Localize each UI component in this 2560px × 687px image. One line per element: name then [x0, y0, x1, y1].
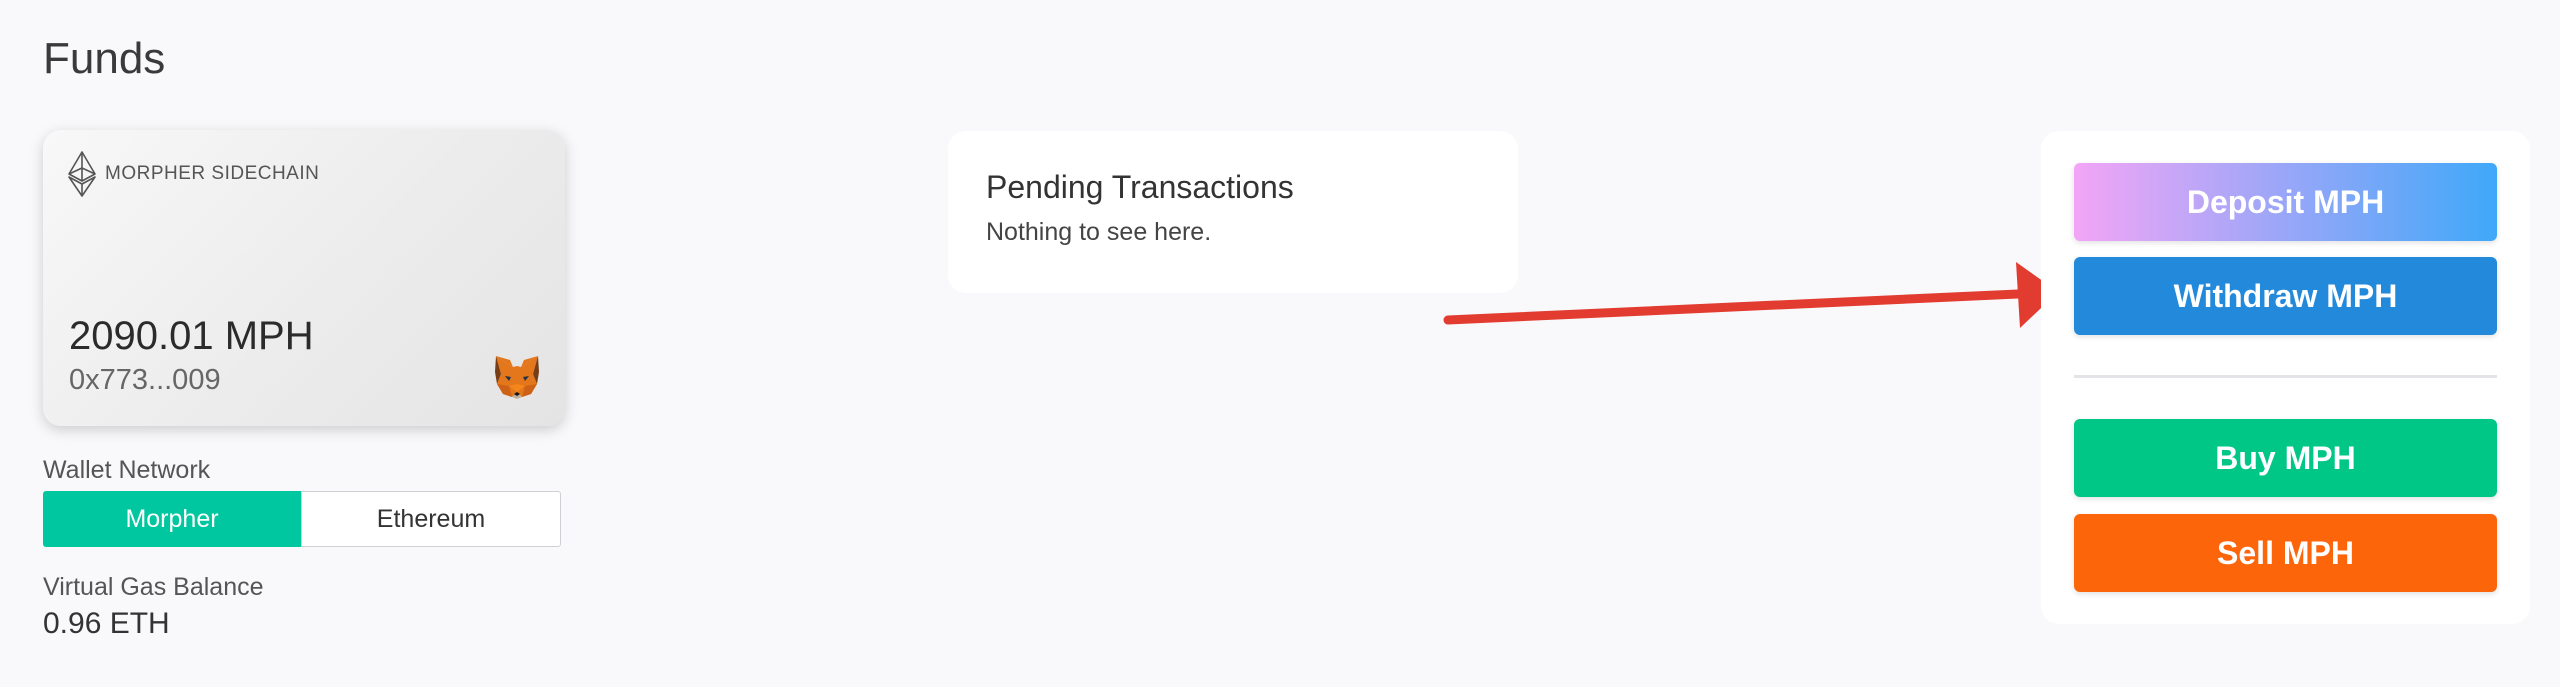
virtual-gas-value: 0.96 ETH — [43, 607, 170, 640]
pending-transactions-title: Pending Transactions — [986, 169, 1294, 205]
wallet-balance: 2090.01 MPH — [69, 314, 314, 358]
network-option-ethereum[interactable]: Ethereum — [301, 491, 561, 547]
wallet-network-toggle: Morpher Ethereum — [43, 491, 561, 547]
ethereum-icon — [68, 151, 96, 197]
metamask-fox-icon — [495, 356, 539, 399]
wallet-network-label: Wallet Network — [43, 456, 211, 484]
funds-actions-card: Deposit MPH Withdraw MPH Buy MPH Sell MP… — [2041, 131, 2530, 624]
wallet-card: MORPHER SIDECHAIN 2090.01 MPH 0x773...00… — [43, 130, 565, 426]
buy-mph-button[interactable]: Buy MPH — [2074, 419, 2497, 497]
funds-page: Funds MORPHER SIDECHAIN 2090.01 MPH 0x77… — [0, 0, 2560, 687]
actions-divider — [2074, 375, 2497, 378]
pending-transactions-empty: Nothing to see here. — [986, 218, 1212, 246]
network-option-morpher[interactable]: Morpher — [43, 491, 301, 547]
chain-row: MORPHER SIDECHAIN — [67, 150, 319, 198]
sell-mph-button[interactable]: Sell MPH — [2074, 514, 2497, 592]
wallet-address: 0x773...009 — [69, 364, 221, 396]
withdraw-mph-button[interactable]: Withdraw MPH — [2074, 257, 2497, 335]
virtual-gas-label: Virtual Gas Balance — [43, 573, 264, 601]
deposit-mph-button[interactable]: Deposit MPH — [2074, 163, 2497, 241]
page-title: Funds — [43, 34, 166, 83]
chain-label: MORPHER SIDECHAIN — [105, 163, 320, 184]
pending-transactions-card: Pending Transactions Nothing to see here… — [948, 131, 1518, 293]
